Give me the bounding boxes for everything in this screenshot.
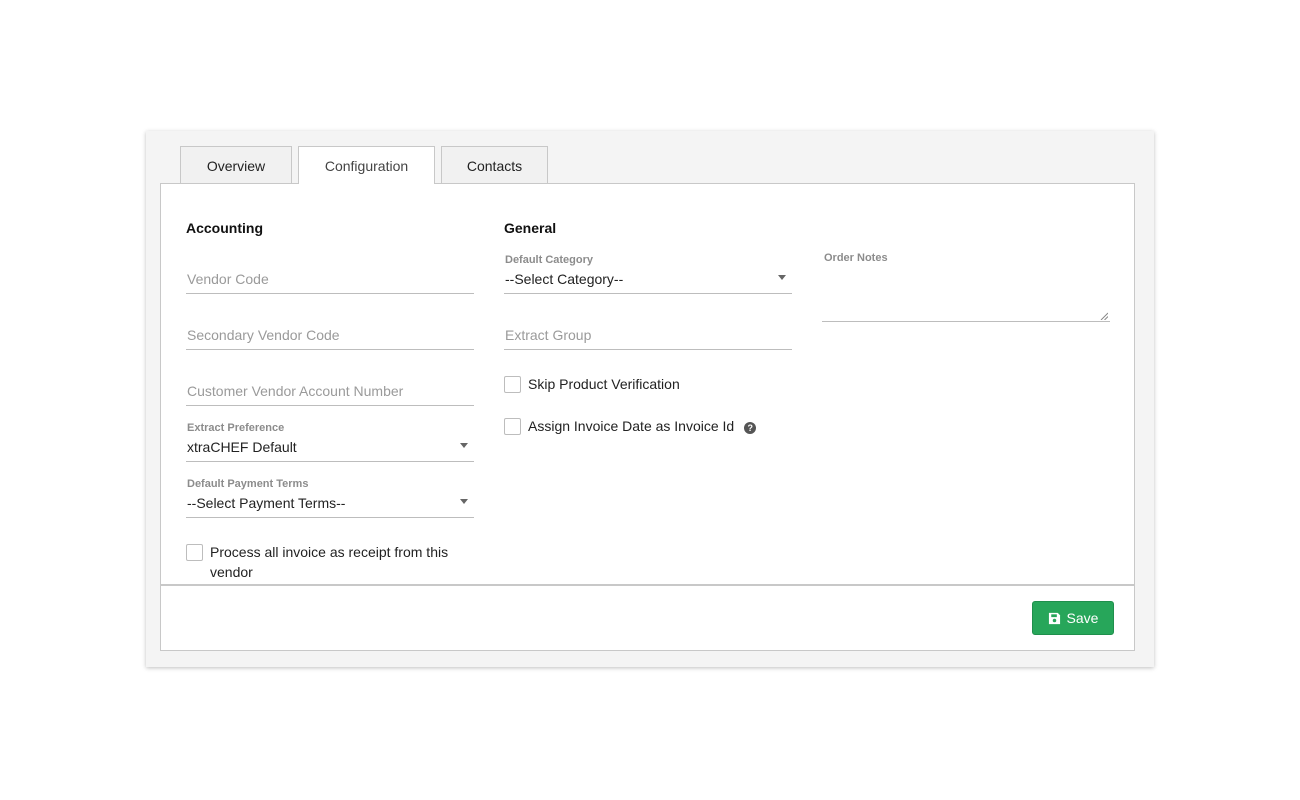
default-payment-terms-value: --Select Payment Terms--	[187, 495, 346, 511]
default-category-label: Default Category	[505, 254, 594, 266]
configuration-panel: Accounting Extract Preference xtraCHEF D…	[160, 183, 1135, 585]
tab-contacts[interactable]: Contacts	[441, 146, 548, 184]
vendor-config-modal: Overview Configuration Contacts Accounti…	[146, 131, 1154, 667]
accounting-title: Accounting	[186, 220, 263, 236]
vendor-code-input[interactable]	[186, 271, 474, 287]
default-category-select[interactable]: Default Category --Select Category--	[504, 254, 792, 294]
skip-product-verification-row: Skip Product Verification	[504, 376, 680, 394]
skip-product-verification-label: Skip Product Verification	[528, 376, 680, 392]
resize-grip-icon[interactable]	[1100, 312, 1108, 320]
extract-group-field	[504, 318, 792, 350]
caret-down-icon	[778, 275, 786, 280]
assign-invoice-date-checkbox[interactable]	[504, 418, 521, 435]
extract-preference-select[interactable]: Extract Preference xtraCHEF Default	[186, 422, 474, 462]
customer-vendor-account-field	[186, 374, 474, 406]
tab-overview[interactable]: Overview	[180, 146, 292, 184]
assign-invoice-date-label: Assign Invoice Date as Invoice Id?	[528, 416, 757, 436]
order-notes-label: Order Notes	[824, 252, 888, 264]
question-circle-icon[interactable]: ?	[744, 422, 757, 434]
vendor-code-field	[186, 262, 474, 294]
process-receipt-row: Process all invoice as receipt from this…	[186, 544, 486, 582]
secondary-vendor-code-input[interactable]	[186, 327, 474, 343]
process-receipt-checkbox[interactable]	[186, 544, 203, 561]
process-receipt-label: Process all invoice as receipt from this…	[210, 544, 449, 580]
default-payment-terms-select[interactable]: Default Payment Terms --Select Payment T…	[186, 478, 474, 518]
skip-product-verification-checkbox[interactable]	[504, 376, 521, 393]
modal-footer: Save	[160, 585, 1135, 651]
caret-down-icon	[460, 443, 468, 448]
tab-configuration[interactable]: Configuration	[298, 146, 435, 184]
general-title: General	[504, 220, 557, 236]
save-button-label: Save	[1066, 610, 1099, 626]
caret-down-icon	[460, 499, 468, 504]
default-payment-terms-label: Default Payment Terms	[187, 478, 309, 490]
extract-preference-label: Extract Preference	[187, 422, 285, 434]
assign-invoice-date-text: Assign Invoice Date as Invoice Id	[528, 418, 735, 434]
customer-vendor-account-input[interactable]	[186, 383, 474, 399]
extract-group-input[interactable]	[504, 327, 792, 343]
assign-invoice-date-row: Assign Invoice Date as Invoice Id?	[504, 416, 757, 436]
floppy-disk-icon	[1048, 612, 1060, 624]
secondary-vendor-code-field	[186, 318, 474, 350]
extract-preference-value: xtraCHEF Default	[187, 439, 297, 455]
default-category-value: --Select Category--	[505, 271, 624, 287]
save-button[interactable]: Save	[1032, 601, 1114, 635]
order-notes-textarea[interactable]	[822, 270, 1110, 322]
